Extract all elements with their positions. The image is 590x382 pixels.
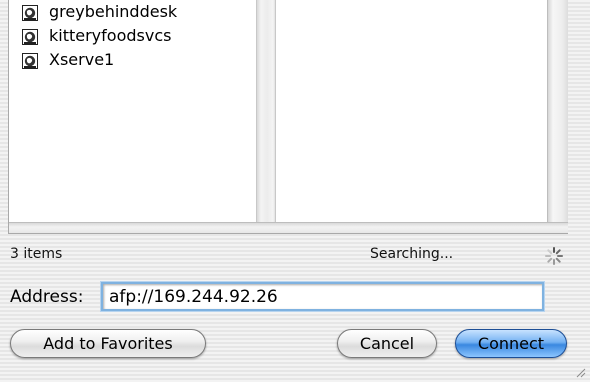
vertical-scrollbar[interactable] xyxy=(547,0,568,222)
server-name: kitteryfoodsvcs xyxy=(49,26,172,45)
network-globe-icon xyxy=(22,53,38,69)
server-list-column[interactable]: greybehinddesk kitteryfoodsvcs Xserve1 xyxy=(9,0,256,222)
list-item-server-2[interactable]: Xserve1 xyxy=(9,48,256,72)
server-list: greybehinddesk kitteryfoodsvcs Xserve1 xyxy=(9,0,256,72)
network-globe-icon xyxy=(22,5,38,21)
horizontal-scrollbar[interactable] xyxy=(9,222,568,233)
cancel-button[interactable]: Cancel xyxy=(337,329,437,358)
search-status: Searching... xyxy=(370,246,454,262)
address-input[interactable] xyxy=(101,282,544,311)
column-divider[interactable] xyxy=(256,0,276,222)
list-item-server-1[interactable]: kitteryfoodsvcs xyxy=(9,24,256,48)
list-item-server-0[interactable]: greybehinddesk xyxy=(9,0,256,24)
item-count: 3 items xyxy=(10,246,63,262)
empty-column[interactable] xyxy=(276,0,547,222)
server-browser: greybehinddesk kitteryfoodsvcs Xserve1 xyxy=(8,0,568,234)
server-name: greybehinddesk xyxy=(49,2,178,21)
add-to-favorites-button[interactable]: Add to Favorites xyxy=(10,329,206,358)
address-label: Address: xyxy=(10,287,84,307)
server-name: Xserve1 xyxy=(49,50,115,69)
connect-button[interactable]: Connect xyxy=(455,329,567,358)
resize-grip-icon[interactable] xyxy=(574,366,586,378)
network-globe-icon xyxy=(22,29,38,45)
spinner-icon xyxy=(545,247,563,265)
